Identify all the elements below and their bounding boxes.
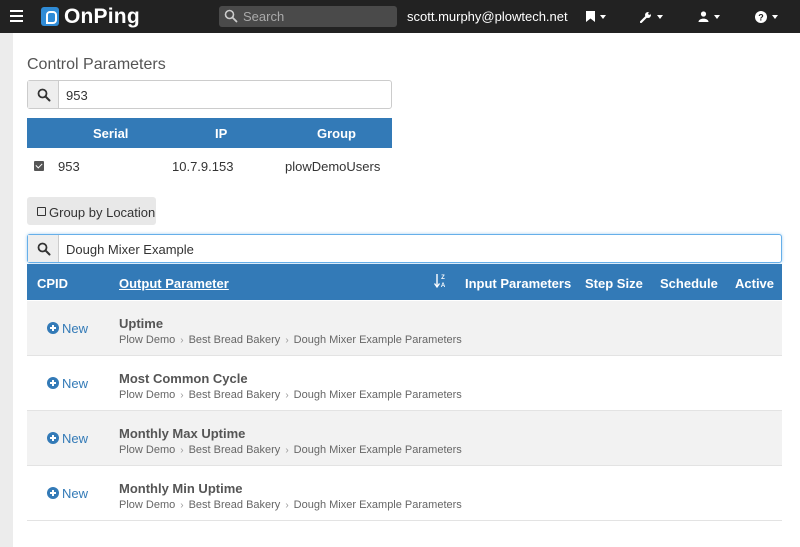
new-label: New [62, 321, 89, 336]
sites-table-header: Serial IP Group [27, 118, 392, 148]
parameter-search-addon [28, 235, 59, 262]
bookmark-icon [586, 11, 595, 23]
checkbox-icon [37, 207, 46, 216]
chevron-right-icon: › [285, 390, 289, 401]
site-search-input[interactable]: 953 [66, 88, 88, 103]
row-checkbox[interactable] [34, 161, 44, 171]
table-row: New Monthly Max Uptime Plow Demo › Best Br… [27, 411, 782, 466]
breadcrumb-company[interactable]: Plow Demo [119, 499, 175, 511]
plus-circle-icon [47, 487, 59, 499]
menu-icon[interactable] [10, 10, 23, 22]
plus-circle-icon [47, 377, 59, 389]
chevron-down-icon [772, 14, 778, 19]
column-header-ip[interactable]: IP [215, 126, 227, 141]
table-row: New Most Common Cycle Plow Demo › Best Bre… [27, 356, 782, 411]
chevron-right-icon: › [180, 445, 184, 456]
chevron-down-icon [600, 14, 606, 19]
onping-logo-icon[interactable] [41, 7, 59, 26]
group-cell: plowDemoUsers [285, 159, 381, 174]
page-title: Control Parameters [27, 56, 166, 73]
user-email[interactable]: scott.murphy@plowtech.net [407, 9, 568, 24]
svg-text:?: ? [758, 12, 764, 22]
svg-text:A: A [441, 283, 446, 289]
parameter-search-box[interactable]: Dough Mixer Example [27, 234, 782, 263]
breadcrumb-site[interactable]: Best Bread Bakery [189, 444, 281, 456]
breadcrumb-location[interactable]: Dough Mixer Example Parameters [294, 444, 462, 456]
new-cpid-button[interactable]: New [47, 376, 88, 391]
user-icon [698, 11, 709, 23]
new-cpid-button[interactable]: New [47, 431, 88, 446]
group-by-location-label: Group by Location [49, 205, 156, 220]
chevron-down-icon [657, 14, 663, 19]
table-row: New Monthly Min Uptime Plow Demo › Best Br… [27, 466, 782, 521]
new-cpid-button[interactable]: New [47, 486, 88, 501]
breadcrumb: Plow Demo › Best Bread Bakery › Dough Mixer … [119, 389, 462, 401]
breadcrumb: Plow Demo › Best Bread Bakery › Dough Mixer … [119, 499, 462, 511]
chevron-right-icon: › [180, 335, 184, 346]
new-label: New [62, 486, 89, 501]
chevron-right-icon: › [285, 500, 289, 511]
global-search[interactable] [219, 6, 397, 27]
top-navbar: OnPing scott.murphy@plowtech.net ? [0, 0, 800, 33]
chevron-down-icon [714, 14, 720, 19]
breadcrumb-location[interactable]: Dough Mixer Example Parameters [294, 334, 462, 346]
ip-cell: 10.7.9.153 [172, 159, 234, 174]
breadcrumb-location[interactable]: Dough Mixer Example Parameters [294, 499, 462, 511]
serial-cell: 953 [58, 159, 80, 174]
help-icon: ? [755, 10, 767, 23]
parameter-name: Monthly Min Uptime [119, 481, 243, 496]
app-logo-text[interactable]: OnPing [64, 5, 140, 29]
breadcrumb-site[interactable]: Best Bread Bakery [189, 334, 281, 346]
search-icon [224, 9, 238, 23]
search-icon [37, 242, 51, 256]
help-dropdown[interactable]: ? [755, 9, 778, 23]
breadcrumb: Plow Demo › Best Bread Bakery › Dough Mixer … [119, 444, 462, 456]
site-search-addon [28, 81, 59, 108]
column-header-input-parameters[interactable]: Input Parameters [465, 276, 571, 291]
chevron-right-icon: › [285, 335, 289, 346]
parameter-name: Most Common Cycle [119, 371, 248, 386]
column-header-schedule[interactable]: Schedule [660, 276, 718, 291]
column-header-output-parameter[interactable]: Output Parameter [119, 276, 229, 291]
breadcrumb-company[interactable]: Plow Demo [119, 334, 175, 346]
column-header-step-size[interactable]: Step Size [585, 276, 643, 291]
table-row: New Uptime Plow Demo › Best Bread Bakery › D… [27, 301, 782, 356]
chevron-right-icon: › [285, 445, 289, 456]
plus-circle-icon [47, 322, 59, 334]
parameter-name: Uptime [119, 316, 164, 331]
user-dropdown[interactable] [698, 9, 720, 23]
chevron-right-icon: › [180, 500, 184, 511]
global-search-input[interactable] [243, 7, 393, 26]
chevron-right-icon: › [180, 390, 184, 401]
breadcrumb: Plow Demo › Best Bread Bakery › Dough Mixer … [119, 334, 462, 346]
column-header-cpid[interactable]: CPID [37, 276, 68, 291]
new-label: New [62, 431, 89, 446]
breadcrumb-location[interactable]: Dough Mixer Example Parameters [294, 389, 462, 401]
search-icon [37, 88, 51, 102]
plus-circle-icon [47, 432, 59, 444]
parameter-search-input[interactable]: Dough Mixer Example [66, 242, 194, 257]
parameter-name: Monthly Max Uptime [119, 426, 246, 441]
tools-dropdown[interactable] [639, 9, 663, 23]
breadcrumb-site[interactable]: Best Bread Bakery [189, 389, 281, 401]
svg-text:Z: Z [441, 275, 445, 281]
new-cpid-button[interactable]: New [47, 321, 88, 336]
new-label: New [62, 376, 89, 391]
column-header-group[interactable]: Group [317, 126, 356, 141]
group-by-location-button[interactable]: Group by Location [27, 197, 156, 225]
table-row[interactable]: 953 10.7.9.153 plowDemoUsers [27, 150, 392, 182]
wrench-icon [639, 11, 651, 23]
column-header-active[interactable]: Active [735, 276, 774, 291]
breadcrumb-company[interactable]: Plow Demo [119, 444, 175, 456]
breadcrumb-company[interactable]: Plow Demo [119, 389, 175, 401]
breadcrumb-site[interactable]: Best Bread Bakery [189, 499, 281, 511]
bookmark-dropdown[interactable] [586, 9, 606, 23]
parameters-table-header: CPID Output Parameter Z A Input Paramete… [27, 264, 782, 300]
site-search-box[interactable]: 953 [27, 80, 392, 109]
column-header-serial[interactable]: Serial [93, 126, 128, 141]
sort-alpha-icon[interactable]: Z A [434, 273, 446, 289]
